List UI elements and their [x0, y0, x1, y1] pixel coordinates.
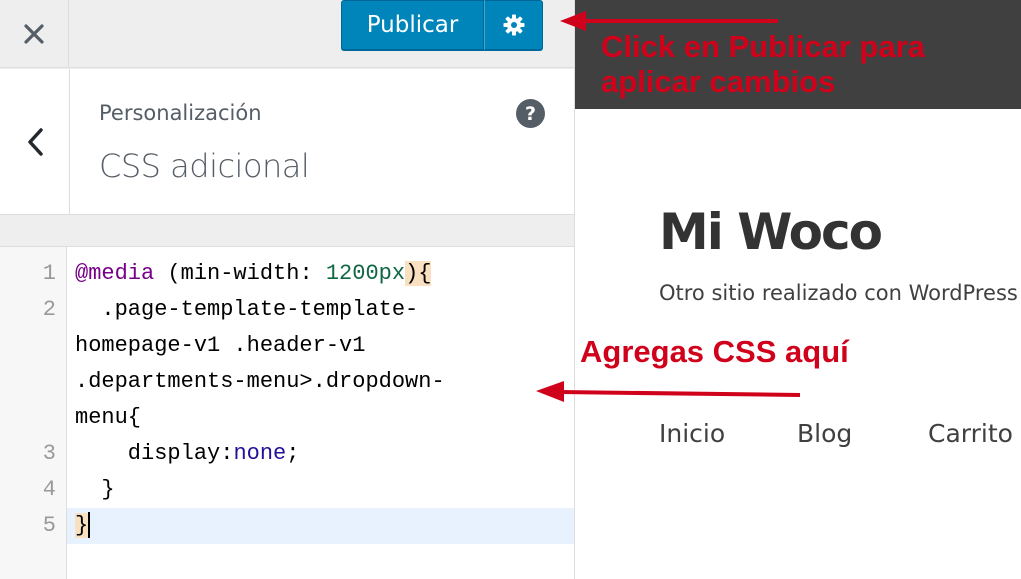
- css-code-editor[interactable]: 1 2 3 4 5 @media (min-width: 1200px){ .p…: [0, 246, 574, 579]
- code-area[interactable]: @media (min-width: 1200px){ .page-templa…: [67, 256, 574, 544]
- section-title: CSS adicional: [99, 147, 310, 185]
- code-token: (min-width:: [154, 261, 326, 286]
- help-icon[interactable]: ?: [516, 99, 545, 128]
- code-line: @media (min-width: 1200px){: [67, 256, 574, 292]
- close-icon: [24, 24, 44, 44]
- customizer-sidebar: Publicar Personalización CSS adicional ?…: [0, 0, 575, 579]
- code-token-brace: }: [75, 513, 89, 538]
- line-number: 4: [42, 477, 56, 502]
- chevron-left-icon: [27, 128, 43, 156]
- code-line-wrapped: homepage-v1 .header-v1: [75, 333, 366, 358]
- publish-settings-button[interactable]: [484, 0, 543, 50]
- code-token: display:: [75, 441, 234, 466]
- code-line: display:none;: [67, 436, 574, 472]
- code-token-at-rule: @media: [75, 261, 155, 286]
- customizer-header: Publicar: [0, 0, 574, 68]
- line-number: 3: [42, 441, 56, 466]
- code-token-number: 1200px: [325, 261, 406, 286]
- back-button[interactable]: [0, 69, 70, 215]
- nav-item-inicio[interactable]: Inicio: [659, 419, 725, 448]
- site-tagline: Otro sitio realizado con WordPress: [659, 281, 1018, 305]
- gear-icon: [503, 14, 524, 36]
- code-line: .page-template-template-: [75, 297, 419, 322]
- site-title[interactable]: Mi Woco: [659, 203, 883, 261]
- code-token: ;: [286, 441, 300, 466]
- text-cursor: [88, 512, 91, 539]
- code-token-brace: {: [418, 261, 432, 286]
- code-line-wrapped: .departments-menu>.dropdown-: [75, 369, 445, 394]
- nav-item-blog[interactable]: Blog: [797, 419, 852, 448]
- code-line-active: }: [67, 508, 574, 544]
- breadcrumb: Personalización: [99, 101, 262, 125]
- annotation-arrow-css: [536, 381, 801, 402]
- code-line-wrapped: menu{: [75, 405, 142, 430]
- annotation-css-text: Agregas CSS aquí: [580, 334, 849, 369]
- annotation-publish-text: aplicar cambios: [601, 64, 836, 99]
- section-header: Personalización CSS adicional ?: [0, 69, 574, 215]
- line-number: 2: [42, 297, 56, 322]
- code-token-value: none: [233, 441, 287, 466]
- line-number: 1: [42, 261, 56, 286]
- annotation-arrow-publish: [560, 11, 778, 31]
- code-line: }: [75, 477, 115, 502]
- line-number: 5: [42, 513, 56, 538]
- code-token: ): [405, 261, 419, 286]
- line-number-gutter: 1 2 3 4 5: [0, 247, 67, 579]
- close-button[interactable]: [0, 0, 69, 68]
- nav-item-carrito[interactable]: Carrito: [928, 419, 1013, 448]
- publish-button[interactable]: Publicar: [341, 0, 484, 50]
